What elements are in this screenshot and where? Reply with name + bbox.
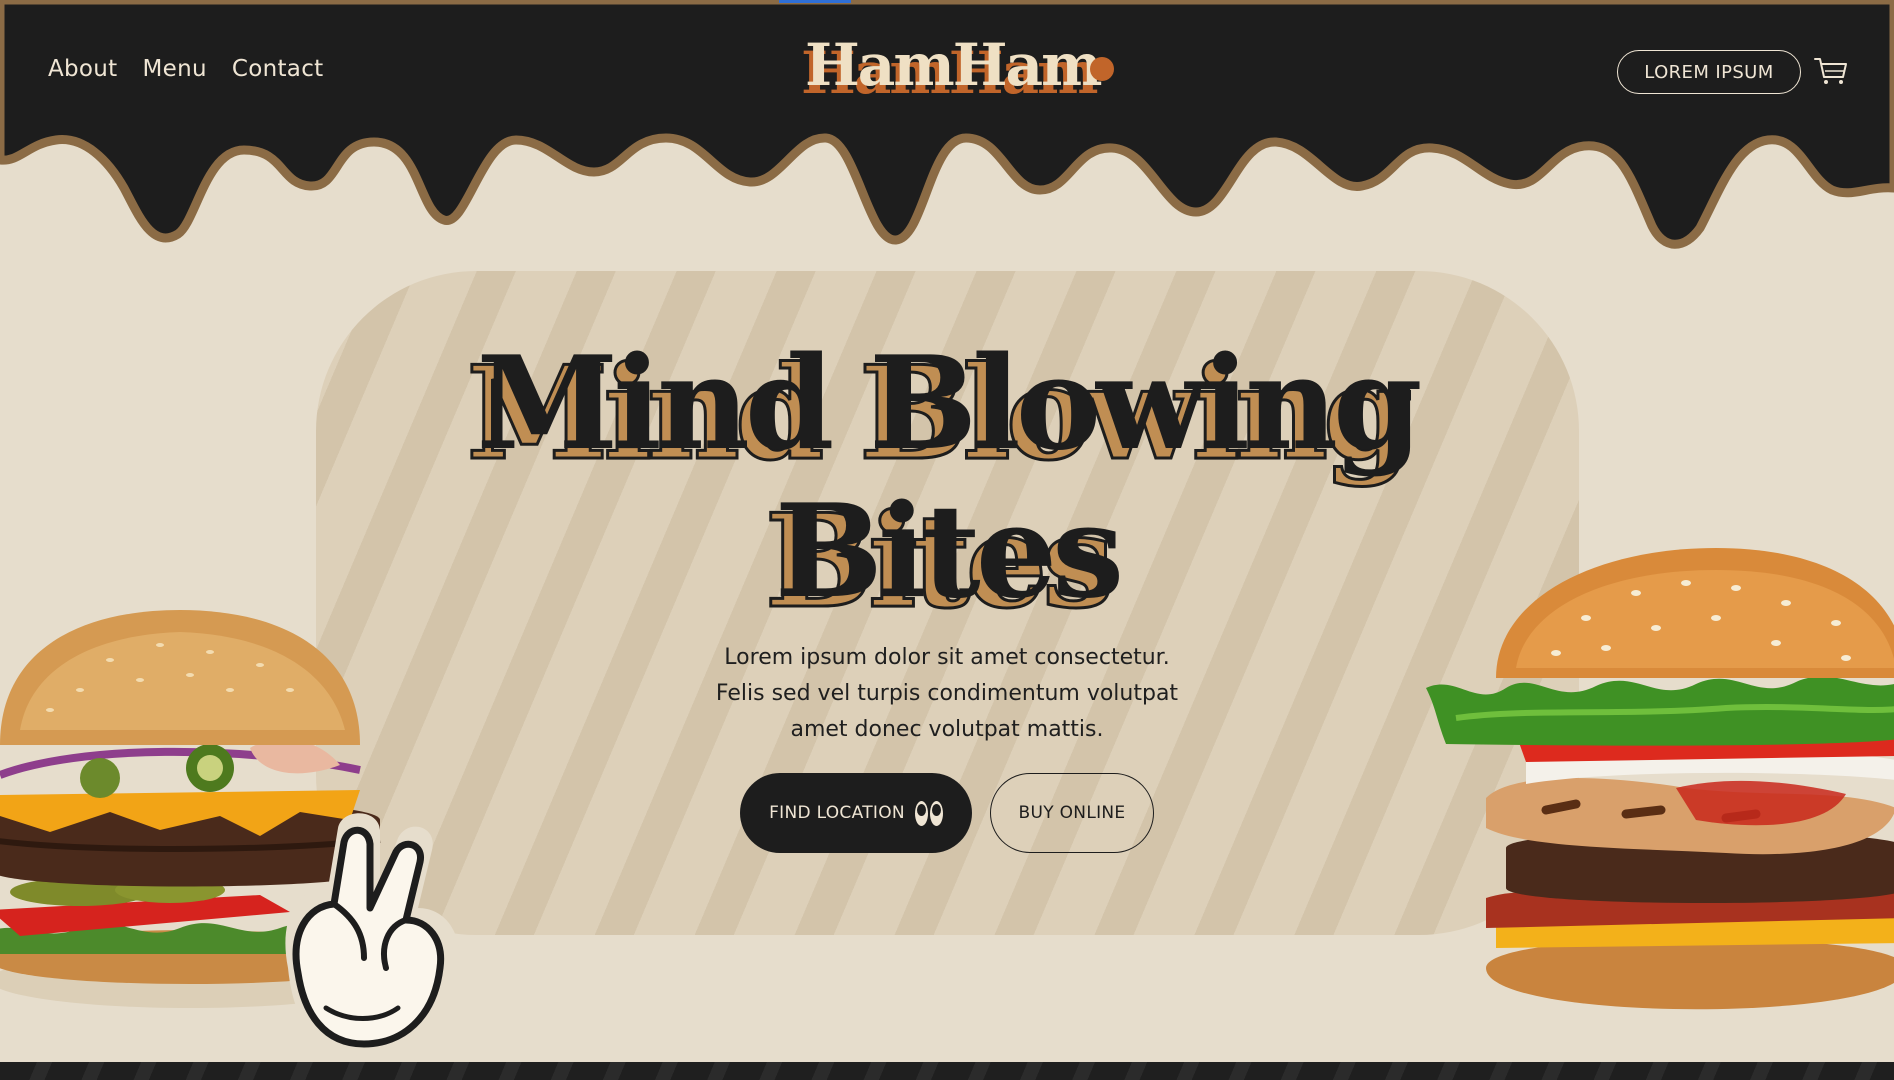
buy-online-button[interactable]: BUY ONLINE [990,773,1154,853]
header-cta-button[interactable]: LOREM IPSUM [1617,50,1801,94]
hero-description-line-3: amet donec volutpat mattis. [790,717,1104,742]
right-burger-image [1426,548,1894,1010]
find-location-label: FIND LOCATION [769,803,905,823]
nav-link-menu[interactable]: Menu [143,56,207,82]
cart-icon[interactable] [1814,56,1848,86]
main-nav: About Menu Contact [48,56,323,82]
hero-description-line-1: Lorem ipsum dolor sit amet consectetur. [724,645,1170,670]
headline-line-1: Mind Blowing Mind Blowing [0,329,1894,490]
brand-logo[interactable]: HamHam HamHam [801,30,1125,107]
brand-logo-dot [1090,57,1114,81]
hero-description: Lorem ipsum dolor sit amet consectetur. … [700,640,1194,748]
peace-hand-icon [285,813,460,1056]
hero-description-line-2: Felis sed vel turpis condimentum volutpa… [715,681,1179,706]
find-location-button[interactable]: FIND LOCATION [740,773,972,853]
brand-logo-text: HamHam [805,31,1103,99]
site-header: About Menu Contact HamHam HamHam LOREM I… [0,0,1894,250]
eyes-icon [914,800,943,826]
footer-striped-edge [0,1062,1894,1080]
nav-link-about[interactable]: About [48,56,118,82]
focus-indicator [779,0,851,3]
headline-line-1-text: Mind Blowing [476,329,1423,479]
nav-link-contact[interactable]: Contact [232,56,324,82]
